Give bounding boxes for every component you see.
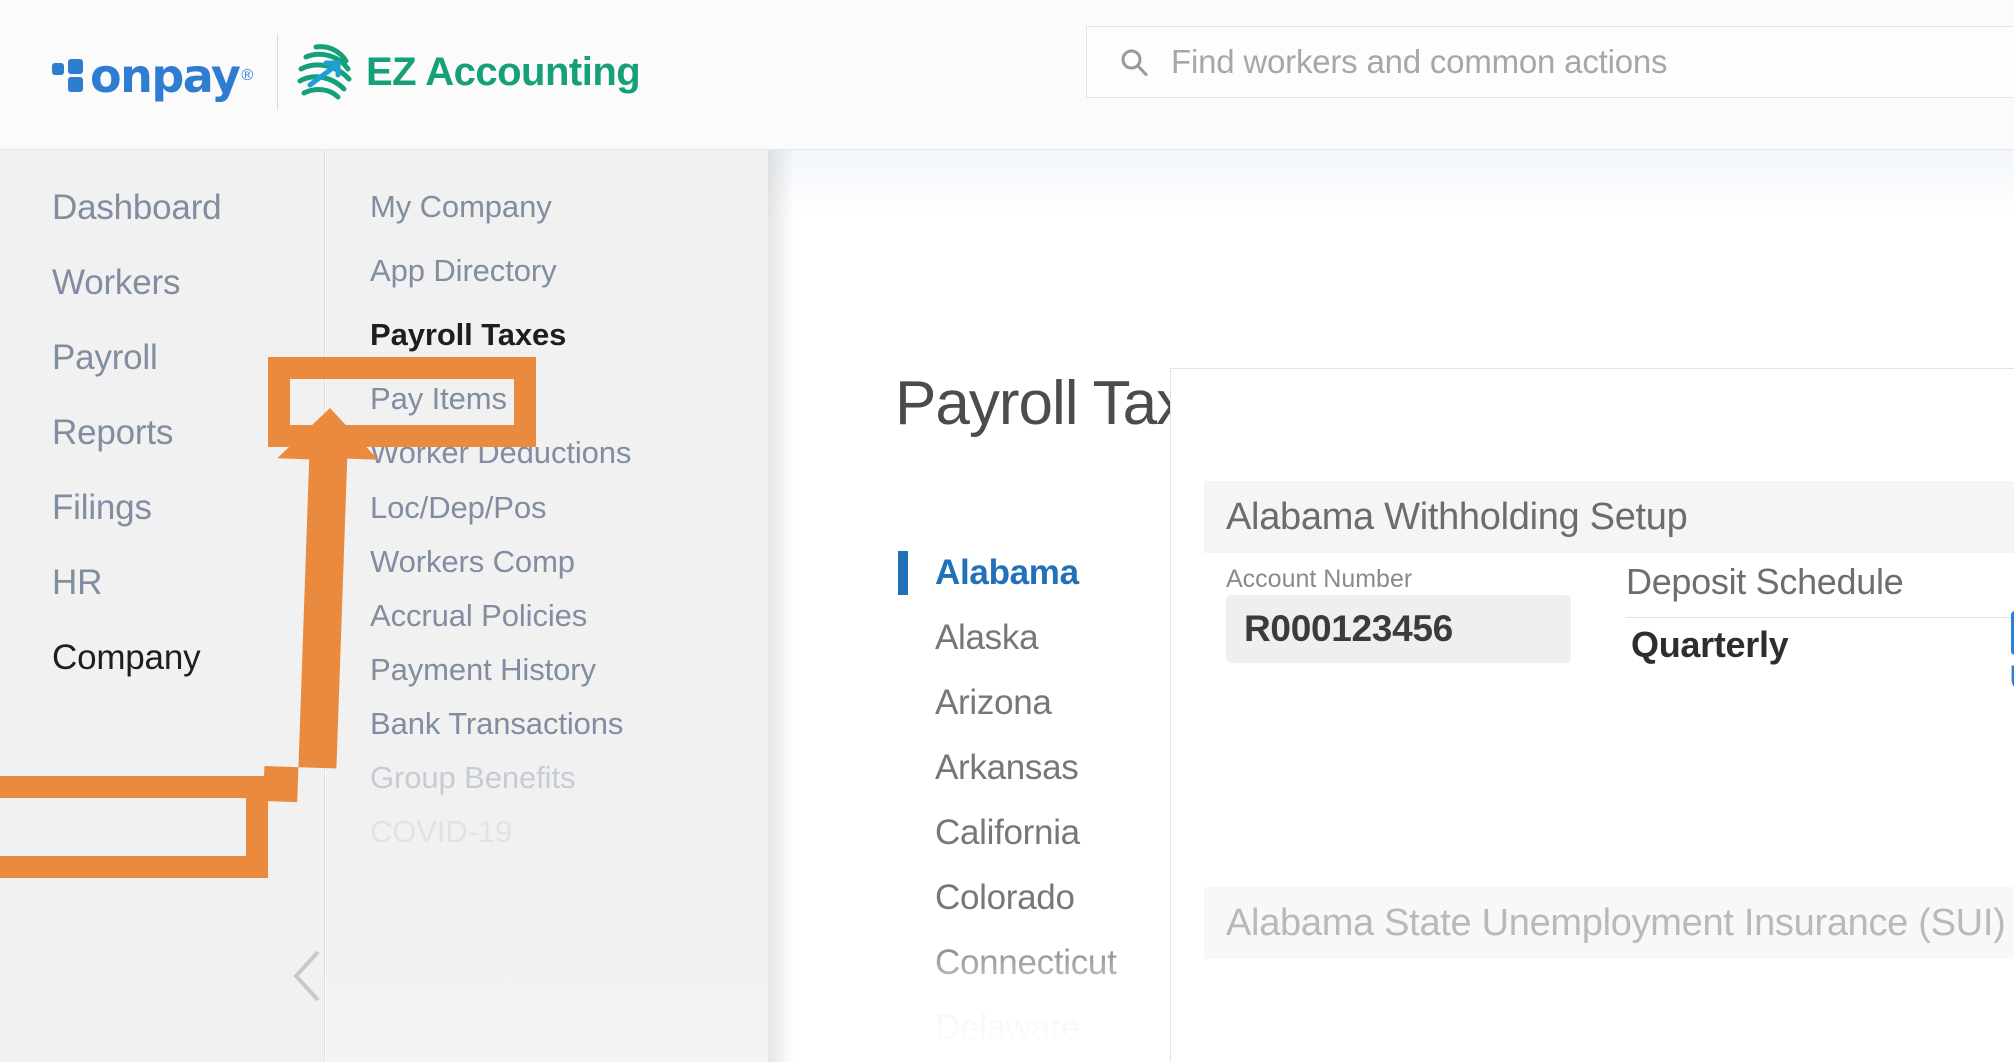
subnav-item-label: App Directory — [370, 253, 557, 289]
sidebar-item-hr[interactable]: HR — [0, 553, 325, 613]
subnav-item-label: Bank Transactions — [370, 706, 623, 742]
ez-accounting-mark-icon — [296, 41, 354, 103]
state-item-delaware[interactable]: Delaware — [898, 995, 1138, 1060]
deposit-schedule-value: Quarterly — [1631, 624, 1788, 666]
client-name: EZ Accounting — [366, 52, 640, 92]
subnav-item-covid-19[interactable]: COVID-19 — [326, 805, 768, 859]
sidebar-item-dashboard[interactable]: Dashboard — [0, 178, 325, 238]
state-item-california[interactable]: California — [898, 800, 1138, 865]
state-list: Alabama Alaska Arizona Arkansas Californ… — [898, 540, 1138, 1060]
sidebar-item-label: Payroll — [52, 338, 158, 378]
search-placeholder: Find workers and common actions — [1171, 43, 1667, 81]
sidebar-item-label: Filings — [52, 488, 152, 528]
subnav-item-label: Payroll Taxes — [370, 317, 566, 353]
deposit-schedule-label: Deposit Schedule — [1626, 561, 1903, 603]
sidebar-item-reports[interactable]: Reports — [0, 403, 325, 463]
deposit-schedule-rule — [1626, 617, 2014, 618]
sidebar-item-payroll[interactable]: Payroll — [0, 328, 325, 388]
subnav-item-app-directory[interactable]: App Directory — [326, 244, 768, 298]
brand-divider — [277, 34, 278, 110]
state-item-arkansas[interactable]: Arkansas — [898, 735, 1138, 800]
sui-section-header: Alabama State Unemployment Insurance (SU… — [1204, 887, 2014, 959]
onpay-logo[interactable]: onpay ® — [52, 48, 253, 104]
state-label: Alabama — [935, 553, 1079, 593]
chevron-left-icon — [290, 948, 324, 1004]
main-content: Payroll Taxes Alabama Alaska Arizona Ark… — [768, 150, 2014, 1062]
subnav-item-label: Accrual Policies — [370, 598, 587, 634]
state-label: Alaska — [935, 618, 1038, 658]
state-item-colorado[interactable]: Colorado — [898, 865, 1138, 930]
state-label: Connecticut — [935, 943, 1117, 983]
state-label: California — [935, 813, 1080, 853]
subnav-item-loc-dep-pos[interactable]: Loc/Dep/Pos — [326, 481, 768, 535]
subnav-item-label: Group Benefits — [370, 760, 575, 796]
state-item-alabama[interactable]: Alabama — [898, 540, 1138, 605]
state-label: Arkansas — [935, 748, 1079, 788]
subnav-item-payroll-taxes[interactable]: Payroll Taxes — [326, 308, 768, 362]
state-item-alaska[interactable]: Alaska — [898, 605, 1138, 670]
subnav-item-label: Loc/Dep/Pos — [370, 490, 546, 526]
state-label: Colorado — [935, 878, 1075, 918]
sidebar-item-filings[interactable]: Filings — [0, 478, 325, 538]
subnav-item-worker-deductions[interactable]: Worker Deductions — [326, 426, 768, 480]
subnav-item-label: Workers Comp — [370, 544, 575, 580]
subnav-item-label: Payment History — [370, 652, 596, 688]
sidebar-item-label: Dashboard — [52, 188, 221, 228]
search-input[interactable]: Find workers and common actions — [1086, 26, 2014, 98]
app-window: onpay ® EZ Accounting — [0, 0, 2014, 1062]
registered-mark: ® — [241, 67, 253, 85]
secondary-sidebar: My Company App Directory Payroll Taxes P… — [326, 150, 768, 1062]
sidebar-item-label: Company — [52, 638, 200, 678]
tax-setup-card: Alabama Withholding Setup Account Number… — [1170, 368, 2014, 1062]
subnav-item-accrual-policies[interactable]: Accrual Policies — [326, 589, 768, 643]
subnav-item-label: Pay Items — [370, 381, 507, 417]
subnav-item-payment-history[interactable]: Payment History — [326, 643, 768, 697]
state-label: Arizona — [935, 683, 1052, 723]
search-icon — [1119, 47, 1149, 77]
state-item-connecticut[interactable]: Connecticut — [898, 930, 1138, 995]
account-number-label: Account Number — [1226, 565, 1412, 594]
state-label: Delaware — [935, 1008, 1080, 1048]
sidebar-item-label: Reports — [52, 413, 173, 453]
sidebar-item-company[interactable]: Company — [0, 628, 325, 688]
subnav-item-my-company[interactable]: My Company — [326, 180, 768, 234]
account-number-value[interactable]: R000123456 — [1226, 595, 1571, 663]
sidebar-item-workers[interactable]: Workers — [0, 253, 325, 313]
subnav-item-label: Worker Deductions — [370, 435, 631, 471]
sidebar-item-label: Workers — [52, 263, 180, 303]
active-state-indicator — [898, 551, 908, 595]
subnav-item-bank-transactions[interactable]: Bank Transactions — [326, 697, 768, 751]
subnav-item-label: My Company — [370, 189, 552, 225]
onpay-dots-icon — [52, 59, 86, 93]
subnav-item-label: COVID-19 — [370, 814, 512, 850]
update-link[interactable]: Up — [2009, 659, 2014, 698]
content-top-gradient — [768, 150, 2014, 220]
client-logo[interactable]: EZ Accounting — [296, 30, 640, 114]
withholding-section-header: Alabama Withholding Setup — [1204, 481, 2014, 553]
top-bar: onpay ® EZ Accounting — [0, 0, 2014, 150]
subnav-fade-overlay — [326, 842, 768, 1062]
sidebar-item-label: HR — [52, 563, 102, 603]
subnav-item-workers-comp[interactable]: Workers Comp — [326, 535, 768, 589]
state-item-arizona[interactable]: Arizona — [898, 670, 1138, 735]
subnav-item-group-benefits[interactable]: Group Benefits — [326, 751, 768, 805]
primary-sidebar: Dashboard Workers Payroll Reports Filing… — [0, 150, 325, 1062]
subnav-item-pay-items[interactable]: Pay Items — [326, 372, 768, 426]
onpay-wordmark: onpay — [90, 53, 239, 99]
